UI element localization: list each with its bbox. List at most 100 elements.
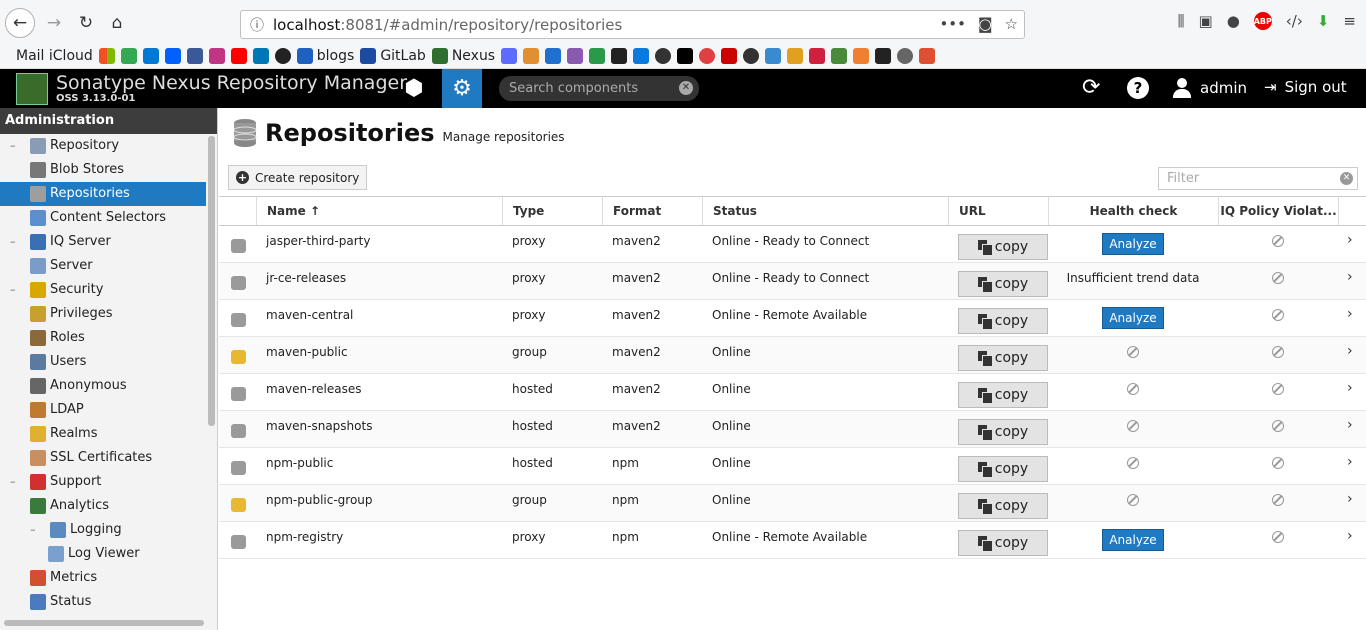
chevron-right-icon[interactable]: › <box>1347 306 1353 322</box>
globe-icon[interactable] <box>897 48 914 64</box>
adblock-icon[interactable]: ABP <box>1254 12 1272 30</box>
youtube-icon[interactable] <box>230 48 247 64</box>
bookmark-icon-15[interactable] <box>853 48 870 64</box>
help-icon[interactable]: ? <box>1127 77 1149 99</box>
table-row[interactable]: npm-public hosted npm Online copy › <box>219 448 1366 485</box>
forward-arrow-icon[interactable]: → <box>39 8 69 38</box>
copy-url-button[interactable]: copy <box>958 345 1048 371</box>
chevron-right-icon[interactable]: › <box>1347 232 1353 248</box>
onedrive-icon[interactable] <box>142 48 159 64</box>
chevron-right-icon[interactable]: › <box>1347 343 1353 359</box>
facebook-icon[interactable] <box>186 48 203 64</box>
windows-icon[interactable] <box>98 48 115 64</box>
trello-icon[interactable] <box>633 48 650 64</box>
sidebar-item-iq-server[interactable]: – IQ Server <box>0 230 206 254</box>
analyze-button[interactable]: Analyze <box>1102 307 1164 329</box>
sidebar-horizontal-scrollbar[interactable] <box>4 620 204 626</box>
bookmark-icon-9[interactable] <box>721 48 738 64</box>
copy-url-button[interactable]: copy <box>958 234 1048 260</box>
url-bar[interactable]: ⓘ localhost:8081/#admin/repository/repos… <box>240 10 1025 39</box>
table-row[interactable]: maven-releases hosted maven2 Online copy › <box>219 374 1366 411</box>
github-icon[interactable] <box>274 48 291 64</box>
extension-circle-icon[interactable]: ● <box>1227 12 1240 30</box>
drive-icon[interactable] <box>120 48 137 64</box>
col-url-header[interactable]: URL <box>948 197 1048 225</box>
sidebar-item-ssl-certificates[interactable]: SSL Certificates <box>0 446 206 470</box>
dropbox-icon[interactable] <box>164 48 181 64</box>
create-repository-button[interactable]: + Create repository <box>228 165 368 190</box>
linkedin-icon[interactable] <box>252 48 269 64</box>
sidebar-item-anonymous[interactable]: Anonymous <box>0 374 206 398</box>
back-arrow-icon[interactable]: ← <box>5 8 35 38</box>
bookmark-icon-13[interactable] <box>809 48 826 64</box>
search-components-input[interactable]: Search components ✕ <box>499 76 699 101</box>
copy-url-button[interactable]: copy <box>958 419 1048 445</box>
collapse-icon[interactable]: – <box>10 134 20 158</box>
sidebar-item-users[interactable]: Users <box>0 350 206 374</box>
collapse-icon[interactable]: – <box>30 518 40 542</box>
bookmark-gitlab[interactable]: GitLab <box>360 48 426 64</box>
table-row[interactable]: npm-public-group group npm Online copy › <box>219 485 1366 522</box>
sidebar-item-blob-stores[interactable]: Blob Stores <box>0 158 206 182</box>
copy-url-button[interactable]: copy <box>958 271 1048 297</box>
home-icon[interactable]: ⌂ <box>102 8 132 38</box>
bookmark-icon-5[interactable] <box>589 48 606 64</box>
bookmark-star-icon[interactable]: ☆ <box>1005 15 1018 33</box>
bookmark-icon-6[interactable] <box>611 48 628 64</box>
bookmark-mail-icloud[interactable]: Mail iCloud <box>12 48 93 64</box>
chevron-right-icon[interactable]: › <box>1347 491 1353 507</box>
steam-icon[interactable] <box>875 48 892 64</box>
sidebar-item-security[interactable]: – Security <box>0 278 206 302</box>
copy-url-button[interactable]: copy <box>958 456 1048 482</box>
table-row[interactable]: maven-snapshots hosted maven2 Online copy › <box>219 411 1366 448</box>
user-menu[interactable]: admin <box>1172 78 1247 98</box>
chevron-right-icon[interactable]: › <box>1347 528 1353 544</box>
nexus-logo-icon[interactable] <box>16 73 48 105</box>
copy-url-button[interactable]: copy <box>958 308 1048 334</box>
sidebar-item-log-viewer[interactable]: Log Viewer <box>0 542 206 566</box>
collapse-icon[interactable]: – <box>10 470 20 494</box>
sidebar-item-analytics[interactable]: Analytics <box>0 494 206 518</box>
admin-gear-icon[interactable]: ⚙ <box>442 69 482 108</box>
filter-clear-icon[interactable]: ✕ <box>1340 172 1353 185</box>
bookmark-blogs[interactable]: blogs <box>296 48 354 64</box>
col-type-header[interactable]: Type <box>502 197 602 225</box>
sidebar-toggle-icon[interactable]: ▣ <box>1199 12 1213 30</box>
col-name-header[interactable]: Name ↑ <box>256 197 502 225</box>
table-row[interactable]: jr-ce-releases proxy maven2 Online - Ready … <box>219 263 1366 300</box>
filter-input[interactable]: Filter ✕ <box>1158 167 1358 190</box>
table-row[interactable]: npm-registry proxy npm Online - Remote Avai… <box>219 522 1366 559</box>
pocket-icon[interactable]: ◙ <box>978 15 993 33</box>
table-row[interactable]: maven-public group maven2 Online copy › <box>219 337 1366 374</box>
sidebar-scrollbar[interactable] <box>208 136 215 426</box>
bookmark-icon-7[interactable] <box>655 48 672 64</box>
col-iq-header[interactable]: IQ Policy Violat... <box>1218 197 1338 225</box>
sidebar-item-realms[interactable]: Realms <box>0 422 206 446</box>
sidebar-item-repositories[interactable]: Repositories <box>0 182 206 206</box>
sidebar-item-status[interactable]: Status <box>0 590 206 614</box>
copy-url-button[interactable]: copy <box>958 530 1048 556</box>
info-icon[interactable]: ⓘ <box>241 15 273 35</box>
bookmark-icon-2[interactable] <box>523 48 540 64</box>
instagram-icon[interactable] <box>208 48 225 64</box>
sign-out-button[interactable]: ⇥ Sign out <box>1264 78 1347 96</box>
browse-cube-icon[interactable]: ⬢ <box>394 69 434 108</box>
copy-url-button[interactable]: copy <box>958 493 1048 519</box>
bookmark-icon-3[interactable] <box>545 48 562 64</box>
bookmark-icon-4[interactable] <box>567 48 584 64</box>
bookmark-icon-16[interactable] <box>919 48 936 64</box>
chevron-right-icon[interactable]: › <box>1347 454 1353 470</box>
col-format-header[interactable]: Format <box>602 197 702 225</box>
sidebar-item-roles[interactable]: Roles <box>0 326 206 350</box>
sidebar-item-content-selectors[interactable]: Content Selectors <box>0 206 206 230</box>
chevron-right-icon[interactable]: › <box>1347 380 1353 396</box>
chevron-right-icon[interactable]: › <box>1347 417 1353 433</box>
download-icon[interactable]: ⬇ <box>1317 12 1330 30</box>
bookmark-icon-8[interactable] <box>699 48 716 64</box>
bookmark-nexus[interactable]: Nexus <box>431 48 495 64</box>
sidebar-item-support[interactable]: – Support <box>0 470 206 494</box>
analyze-button[interactable]: Analyze <box>1102 233 1164 255</box>
menu-icon[interactable]: ≡ <box>1343 12 1356 30</box>
table-row[interactable]: maven-central proxy maven2 Online - Remote … <box>219 300 1366 337</box>
collapse-icon[interactable]: – <box>10 230 20 254</box>
